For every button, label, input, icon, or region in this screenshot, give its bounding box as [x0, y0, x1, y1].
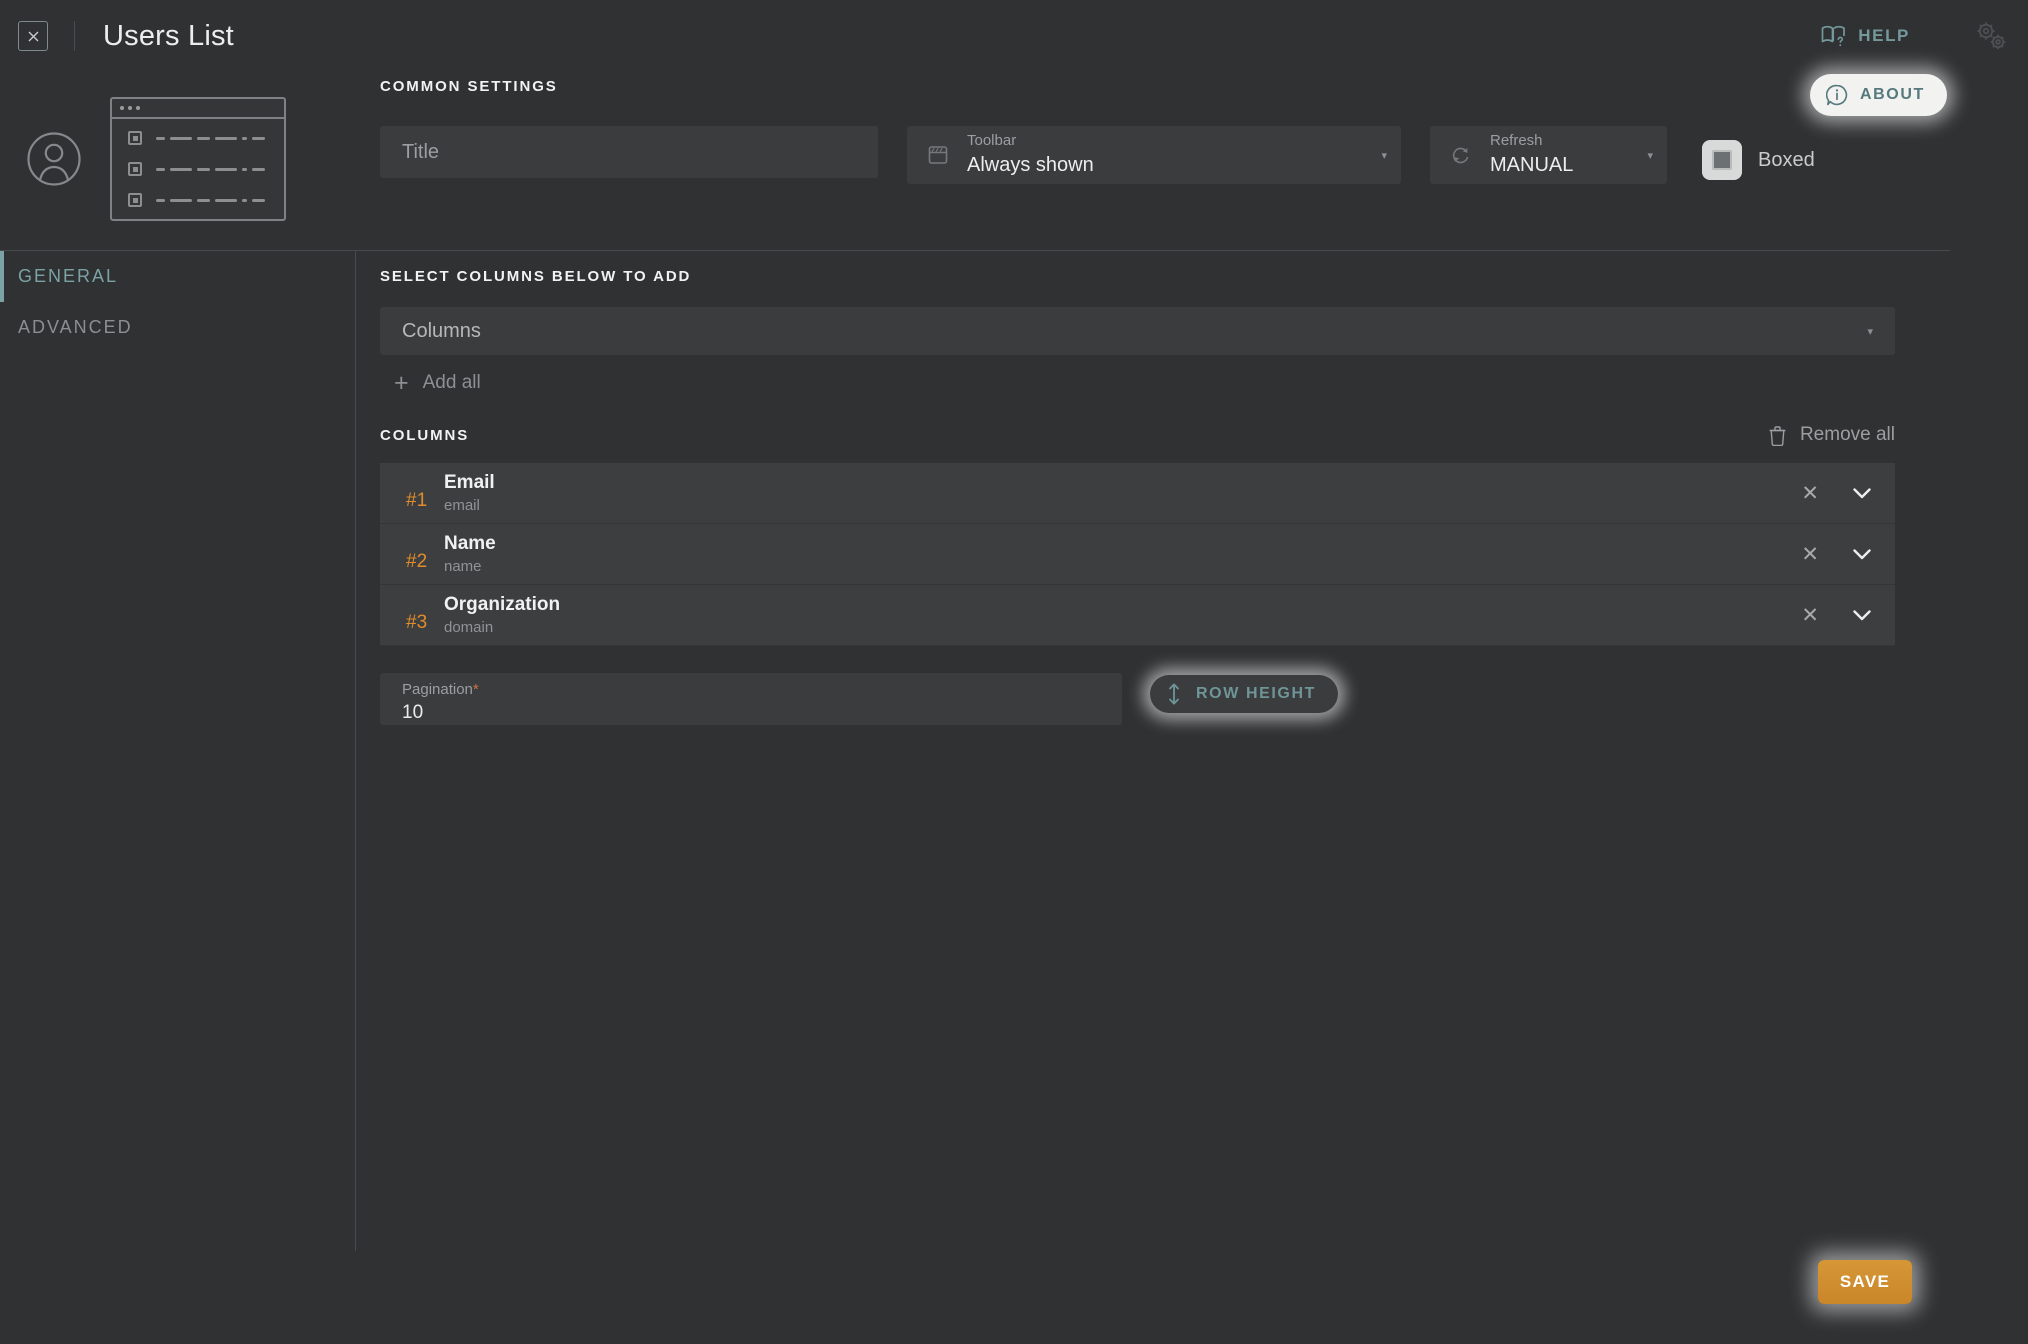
- sidebar-item-label: ADVANCED: [18, 317, 133, 337]
- pagination-row: Pagination* 10 ROW HEIGHT: [380, 673, 2004, 725]
- common-settings-section: COMMON SETTINGS Title Toolbar Always sho…: [380, 78, 2004, 184]
- app-header: Users List HELP: [0, 0, 2028, 72]
- about-label: ABOUT: [1860, 86, 1925, 103]
- book-question-icon: [1821, 25, 1846, 47]
- gears-icon: [1977, 22, 2006, 50]
- row-height-icon: [1169, 683, 1179, 705]
- column-rank: #3: [406, 612, 428, 633]
- chevron-down-icon[interactable]: [1853, 487, 1871, 499]
- title-field[interactable]: Title: [380, 126, 878, 178]
- columns-list: #1 Email email ✕ #2 Name name ✕ #3 Organ…: [380, 463, 1895, 646]
- toolbar-value: Always shown: [967, 153, 1094, 176]
- table-row[interactable]: #3 Organization domain ✕: [380, 585, 1895, 646]
- preview-rows: [112, 119, 284, 219]
- widget-preview: [0, 72, 356, 246]
- column-key: name: [444, 557, 482, 575]
- row-height-button[interactable]: ROW HEIGHT: [1150, 675, 1338, 713]
- pagination-label: Pagination*: [402, 681, 1122, 700]
- help-button[interactable]: HELP: [1821, 25, 1910, 47]
- remove-all-label: Remove all: [1799, 424, 1895, 445]
- chevron-down-icon[interactable]: ▾: [1867, 325, 1873, 338]
- boxed-checkbox[interactable]: Boxed: [1702, 140, 1815, 180]
- refresh-value: MANUAL: [1490, 153, 1574, 176]
- remove-column-button[interactable]: ✕: [1801, 542, 1819, 567]
- common-settings-heading: COMMON SETTINGS: [380, 78, 558, 95]
- settings-button[interactable]: [1968, 13, 2014, 59]
- chevron-down-icon[interactable]: ▾: [1381, 149, 1387, 162]
- columns-select[interactable]: Columns ▾: [380, 307, 1895, 355]
- chevron-down-icon[interactable]: [1853, 609, 1871, 621]
- columns-select-placeholder: Columns: [402, 319, 481, 342]
- plus-icon: +: [394, 369, 409, 397]
- header-divider: [74, 21, 75, 51]
- column-name: Organization: [444, 594, 561, 616]
- remove-column-button[interactable]: ✕: [1801, 603, 1819, 628]
- column-rank: #1: [406, 490, 428, 511]
- page-title: Users List: [103, 19, 234, 52]
- column-name: Email: [444, 472, 495, 494]
- column-name: Name: [444, 533, 496, 555]
- remove-all-button[interactable]: Remove all: [1768, 424, 1895, 446]
- table-row[interactable]: #1 Email email ✕: [380, 463, 1895, 524]
- toolbar-icon: [923, 144, 953, 166]
- column-rank: #2: [406, 551, 428, 572]
- user-avatar-icon: [27, 132, 81, 186]
- general-settings-panel: SELECT COLUMNS BELOW TO ADD Columns ▾ + …: [380, 268, 2004, 725]
- help-label: HELP: [1858, 26, 1910, 45]
- refresh-icon: [1446, 144, 1476, 166]
- toolbar-select[interactable]: Toolbar Always shown ▾: [907, 126, 1401, 184]
- row-height-label: ROW HEIGHT: [1196, 685, 1316, 702]
- preview-titlebar: [112, 99, 284, 119]
- settings-sidebar: GENERAL ADVANCED: [0, 251, 356, 1251]
- pagination-input[interactable]: 10: [402, 700, 1122, 726]
- sidebar-item-general[interactable]: GENERAL: [0, 251, 355, 302]
- about-button[interactable]: ABOUT: [1810, 74, 1947, 116]
- select-columns-heading: SELECT COLUMNS BELOW TO ADD: [380, 268, 692, 285]
- list-window-preview-icon: [110, 97, 286, 221]
- columns-header: COLUMNS Remove all: [380, 424, 1895, 446]
- common-settings-row: Title Toolbar Always shown ▾ Refresh MAN…: [380, 126, 2004, 184]
- sidebar-item-label: GENERAL: [18, 266, 119, 286]
- close-icon: [28, 31, 38, 41]
- chevron-down-icon[interactable]: [1853, 548, 1871, 560]
- header-actions: HELP: [1821, 13, 2028, 59]
- column-key: domain: [444, 618, 494, 636]
- add-all-label: Add all: [422, 372, 481, 393]
- pagination-label-text: Pagination: [402, 681, 473, 698]
- add-all-button[interactable]: + Add all: [380, 369, 2004, 397]
- remove-column-button[interactable]: ✕: [1801, 481, 1819, 506]
- trash-icon: [1769, 425, 1786, 446]
- sidebar-item-advanced[interactable]: ADVANCED: [0, 302, 355, 353]
- boxed-checkbox-box[interactable]: [1702, 140, 1742, 180]
- close-button[interactable]: [18, 21, 48, 51]
- save-button[interactable]: SAVE: [1818, 1260, 1912, 1304]
- toolbar-label: Toolbar: [967, 132, 1017, 150]
- refresh-select[interactable]: Refresh MANUAL ▾: [1430, 126, 1667, 184]
- pagination-field[interactable]: Pagination* 10: [380, 673, 1122, 725]
- info-circle-icon: [1826, 84, 1848, 106]
- chevron-down-icon[interactable]: ▾: [1647, 149, 1653, 162]
- title-input[interactable]: Title: [380, 126, 878, 178]
- table-row[interactable]: #2 Name name ✕: [380, 524, 1895, 585]
- required-mark: *: [472, 681, 479, 698]
- columns-heading: COLUMNS: [380, 426, 470, 444]
- avatar: [26, 131, 82, 187]
- boxed-checkbox-label: Boxed: [1758, 148, 1815, 171]
- column-key: email: [444, 496, 480, 514]
- refresh-label: Refresh: [1490, 132, 1543, 150]
